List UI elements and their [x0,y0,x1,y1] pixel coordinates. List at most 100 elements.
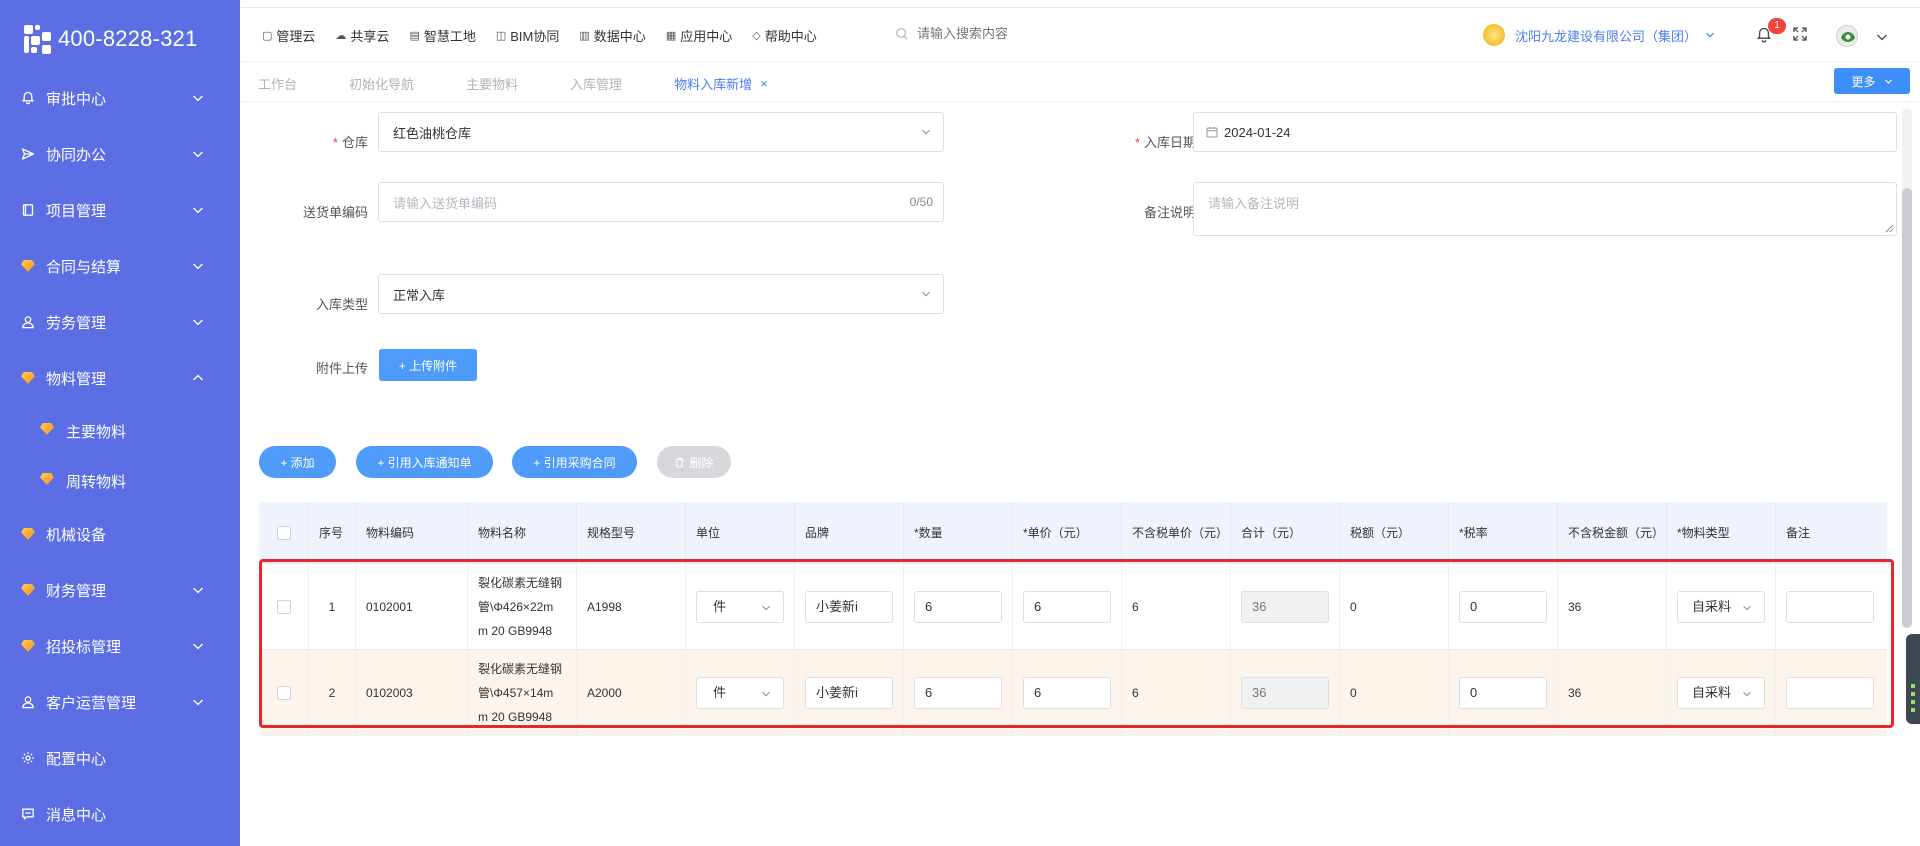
gem-icon [20,638,36,654]
reference-notice-button[interactable]: + 引用入库通知单 [356,446,493,478]
chevron-down-icon [193,263,203,270]
topnav-smart-site[interactable]: ▤ 智慧工地 [409,26,475,45]
row-checkbox[interactable] [276,685,291,700]
sidebar-item-labor[interactable]: 劳务管理 [0,294,240,350]
cell-price: 6 [1013,650,1122,735]
sidebar-item-collab[interactable]: 协同办公 [0,126,240,182]
qty-input[interactable]: 6 [914,676,1002,709]
inbound-date-picker[interactable]: 2024-01-24 [1193,112,1897,152]
col-price-ex-tax: 不含税单价（元） [1122,502,1231,563]
sidebar-item-contract[interactable]: 合同与结算 [0,238,240,294]
sidebar-item-label: 物料管理 [46,370,107,388]
topnav-app-center[interactable]: ▦ 应用中心 [666,26,732,45]
chevron-down-icon[interactable] [1876,31,1888,43]
resize-handle-icon[interactable] [1884,223,1894,233]
avatar-icon [1838,27,1857,46]
chevron-down-icon [193,699,203,706]
warehouse-select[interactable]: 红色油桃仓库 [378,112,944,152]
inbound-type-label: 入库类型 [315,297,368,312]
col-material-type: *物料类型 [1667,502,1776,563]
select-all-checkbox[interactable] [276,525,291,540]
unit-select[interactable]: 件 [696,590,784,623]
sidebar-item-config[interactable]: 配置中心 [0,730,240,786]
company-logo-icon [1483,24,1505,46]
topnav-management-cloud[interactable]: ▢ 管理云 [262,26,315,45]
upload-attachment-button[interactable]: + 上传附件 [379,349,477,381]
sidebar-subitem-turnover-material[interactable]: 周转物料 [0,456,240,506]
add-row-button[interactable]: + 添加 [259,446,336,478]
col-code: 物料编码 [356,502,468,563]
delivery-code-input[interactable]: 请输入送货单编码 0/50 [378,182,944,222]
cell-tax-rate: 0 [1449,650,1558,735]
sidebar-item-finance[interactable]: 财务管理 [0,562,240,618]
sidebar-item-machinery[interactable]: 机械设备 [0,506,240,562]
cell-code: 0102003 [356,650,468,735]
cell-note [1776,650,1887,735]
tab-inbound-management[interactable]: 入库管理 [570,74,622,93]
sidebar-item-message[interactable]: 消息中心 [0,786,240,842]
row-select-cell [259,564,309,649]
price-input[interactable]: 6 [1023,590,1111,623]
topnav-share-cloud[interactable]: ☁ 共享云 [335,26,389,45]
select-all-cell [259,502,309,563]
sidebar-item-material[interactable]: 物料管理 [0,350,240,406]
global-search[interactable] [895,26,1115,41]
calendar-icon [1206,127,1218,138]
chevron-down-icon [762,605,770,610]
tax-rate-input[interactable]: 0 [1459,590,1547,623]
reference-contract-button[interactable]: + 引用采购合同 [512,446,637,478]
sidebar-item-bidding[interactable]: 招投标管理 [0,618,240,674]
tax-rate-input[interactable]: 0 [1459,676,1547,709]
fullscreen-icon[interactable] [1792,26,1808,42]
sidebar-item-customer[interactable]: 客户运营管理 [0,674,240,730]
cell-material-type: 自采料 [1667,650,1776,735]
sidebar-item-project[interactable]: 项目管理 [0,182,240,238]
unit-select[interactable]: 件 [696,676,784,709]
topnav-data-center[interactable]: ▥ 数据中心 [579,26,645,45]
qty-input[interactable]: 6 [914,590,1002,623]
delivery-code-label: 送货单编码 [302,205,368,220]
sidebar-item-approval[interactable]: 审批中心 [0,70,240,126]
row-checkbox[interactable] [276,599,291,614]
tab-init-guide[interactable]: 初始化导航 [349,74,414,93]
material-type-select[interactable]: 自采料 [1677,676,1765,709]
warehouse-label: * 仓库 [332,135,368,150]
inbound-type-select[interactable]: 正常入库 [378,274,944,314]
col-name: 物料名称 [468,502,577,563]
tab-workbench[interactable]: 工作台 [258,74,297,93]
side-floating-widget[interactable] [1906,634,1920,724]
search-input[interactable] [917,26,1097,41]
close-tab-icon[interactable]: × [760,76,768,91]
brand-input[interactable]: 小姜新i [805,676,893,709]
brand-input[interactable]: 小姜新i [805,590,893,623]
cell-index: 1 [309,564,356,649]
total-readonly: 36 [1241,590,1329,623]
topnav-bim[interactable]: ◫ BIM协同 [496,26,560,45]
sidebar-item-label: 招投标管理 [46,638,122,656]
cell-unit: 件 [686,650,795,735]
cell-qty: 6 [904,650,1013,735]
cell-qty: 6 [904,564,1013,649]
notification-badge: 1 [1768,18,1786,34]
topnav-help-center[interactable]: ◇ 帮助中心 [752,26,816,45]
tab-material-inbound-new[interactable]: 物料入库新增 × [674,74,768,93]
sidebar: 400-8228-321 审批中心 协同办公 项目管理 合同与结算 劳务管理 物… [0,0,240,846]
logo-icon [22,23,54,55]
note-input[interactable] [1786,676,1874,709]
chevron-down-icon [922,291,930,297]
cell-brand: 小姜新i [795,564,904,649]
company-selector[interactable]: 沈阳九龙建设有限公司（集团） [1483,24,1715,46]
tab-main-material[interactable]: 主要物料 [466,74,518,93]
sidebar-subitem-main-material[interactable]: 主要物料 [0,406,240,456]
remark-textarea[interactable]: 请输入备注说明 [1193,182,1897,236]
vertical-scrollbar-thumb[interactable] [1902,188,1912,628]
col-qty: *数量 [904,502,1013,563]
chevron-down-icon [193,643,203,650]
material-type-select[interactable]: 自采料 [1677,590,1765,623]
gem-icon [20,582,36,598]
more-tabs-button[interactable]: 更多 [1834,68,1910,94]
note-input[interactable] [1786,590,1874,623]
user-avatar[interactable] [1836,25,1858,47]
chevron-down-icon [193,95,203,102]
price-input[interactable]: 6 [1023,676,1111,709]
